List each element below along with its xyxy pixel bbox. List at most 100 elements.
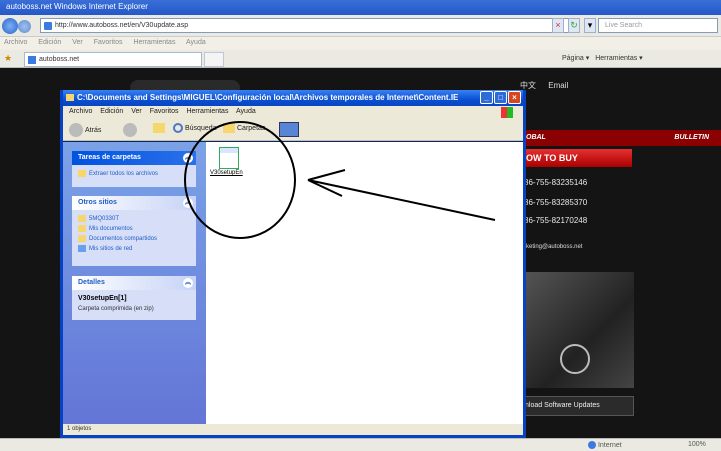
site-top-links: 中文 Email: [520, 80, 578, 91]
forward-button[interactable]: [18, 20, 31, 33]
place-network[interactable]: Mis sitios de red: [78, 244, 190, 254]
tab-autoboss[interactable]: autoboss.net: [24, 52, 202, 67]
download-updates-link[interactable]: nload Software Updates: [520, 396, 634, 416]
menu-edicion[interactable]: Edición: [100, 108, 123, 115]
search-button[interactable]: Búsqueda: [173, 123, 217, 133]
brand-logo-icon: [560, 344, 590, 374]
explorer-title-bar[interactable]: C:\Documents and Settings\MIGUEL\Configu…: [63, 90, 523, 106]
favorites-star-icon[interactable]: ★: [4, 53, 12, 64]
menu-ayuda[interactable]: Ayuda: [236, 108, 256, 115]
dropdown-icon[interactable]: ▾: [584, 18, 596, 33]
minimize-icon[interactable]: _: [480, 91, 493, 104]
folders-label: Carpetas: [237, 124, 266, 132]
folders-button[interactable]: Carpetas: [223, 123, 265, 133]
page-icon: [44, 22, 52, 30]
search-label: Búsqueda: [185, 124, 217, 132]
explorer-menu-bar: Archivo Edición Ver Favoritos Herramient…: [63, 106, 523, 119]
place-drive[interactable]: 5MQ0330T: [78, 214, 190, 224]
search-icon: [173, 123, 183, 133]
phone-1: 86-755-83235146: [524, 178, 588, 187]
nav-bulletin[interactable]: BULLETIN: [674, 134, 709, 141]
window-title: autoboss.net Windows Internet Explorer: [6, 2, 148, 11]
views-button[interactable]: [279, 122, 299, 137]
other-places-body: 5MQ0330T Mis documentos Documentos compa…: [72, 210, 196, 258]
refresh-icon[interactable]: ↻: [568, 18, 580, 33]
menu-ver[interactable]: Ver: [131, 108, 142, 115]
up-folder-icon: [153, 123, 165, 133]
tab-bar: ★ autoboss.net Página ▾ Herramientas ▾: [0, 50, 721, 68]
place-my-documents[interactable]: Mis documentos: [78, 224, 190, 234]
phone-3: 86-755-82170248: [524, 216, 588, 225]
menu-herramientas[interactable]: Herramientas: [133, 39, 175, 46]
place-label: Mis documentos: [89, 226, 133, 232]
folder-tasks-panel: Tareas de carpetas ︽ Extraer todos los a…: [72, 151, 196, 187]
menu-archivo[interactable]: Archivo: [69, 108, 92, 115]
details-title: Detalles: [78, 279, 105, 286]
forward-arrow-icon: [123, 123, 137, 137]
ie-title-bar: autoboss.net Windows Internet Explorer: [0, 0, 721, 15]
place-shared-documents[interactable]: Documentos compartidos: [78, 234, 190, 244]
close-icon[interactable]: ×: [508, 91, 521, 104]
page-menu[interactable]: Página ▾: [562, 55, 589, 62]
menu-archivo[interactable]: Archivo: [4, 39, 27, 46]
command-bar: Página ▾ Herramientas ▾: [562, 54, 647, 62]
address-input[interactable]: http://www.autoboss.net/en/V30update.asp: [40, 18, 580, 33]
ie-status-bar: Internet 100%: [0, 438, 721, 451]
explorer-window: C:\Documents and Settings\MIGUEL\Configu…: [60, 90, 526, 438]
other-places-header[interactable]: Otros sitios ︽: [72, 196, 196, 210]
back-arrow-icon: [69, 123, 83, 137]
back-button[interactable]: Atrás: [69, 123, 101, 137]
forward-button[interactable]: [123, 123, 139, 137]
details-body: V30setupEn[1] Carpeta comprimida (en zip…: [72, 290, 196, 318]
menu-favoritos[interactable]: Favoritos: [94, 39, 123, 46]
place-label: Mis sitios de red: [89, 246, 133, 252]
menu-ayuda[interactable]: Ayuda: [186, 39, 206, 46]
place-label: 5MQ0330T: [89, 216, 120, 222]
details-file-type: Carpeta comprimida (en zip): [78, 306, 154, 312]
object-count: 1 objetos: [67, 426, 92, 432]
menu-favoritos[interactable]: Favoritos: [150, 108, 179, 115]
file-list: V30setupEn: [206, 142, 523, 424]
folder-icon: [78, 214, 86, 222]
back-label: Atrás: [85, 126, 102, 134]
tab-label: autoboss.net: [39, 56, 80, 63]
extract-all-label: Extraer todos los archivos: [89, 171, 159, 177]
explorer-toolbar: Atrás Búsqueda Carpetas: [63, 119, 523, 141]
up-folder-button[interactable]: [153, 123, 167, 133]
menu-edicion[interactable]: Edición: [38, 39, 61, 46]
folders-icon: [223, 123, 235, 133]
back-button[interactable]: [2, 18, 18, 34]
chevron-up-icon[interactable]: ︽: [183, 278, 193, 288]
menu-ver[interactable]: Ver: [72, 39, 83, 46]
extract-all-link[interactable]: Extraer todos los archivos: [78, 169, 190, 179]
language-link[interactable]: 中文: [520, 81, 536, 90]
how-to-buy-banner[interactable]: OW TO BUY: [520, 149, 632, 167]
stop-icon[interactable]: ×: [552, 18, 564, 33]
maximize-icon[interactable]: □: [494, 91, 507, 104]
other-places-title: Otros sitios: [78, 199, 117, 206]
ie-menu-bar: Archivo Edición Ver Favoritos Herramient…: [0, 37, 721, 50]
folder-icon: [78, 234, 86, 242]
chevron-up-icon[interactable]: ︽: [183, 198, 193, 208]
search-placeholder: Live Search: [605, 22, 642, 29]
nav-global[interactable]: OBAL: [526, 134, 546, 141]
menu-herramientas[interactable]: Herramientas: [186, 108, 228, 115]
new-tab-button[interactable]: [204, 52, 224, 67]
email-link[interactable]: Email: [548, 81, 568, 90]
marketing-email[interactable]: rketing@autoboss.net: [524, 244, 582, 250]
network-icon: [78, 244, 86, 252]
details-header[interactable]: Detalles ︽: [72, 276, 196, 290]
folder-tasks-header[interactable]: Tareas de carpetas ︽: [72, 151, 196, 165]
details-file-name: V30setupEn[1]: [78, 295, 127, 302]
tools-menu[interactable]: Herramientas ▾: [595, 55, 642, 62]
security-zone[interactable]: Internet: [588, 441, 622, 449]
site-nav-bar: OBAL BULLETIN: [520, 130, 721, 146]
folder-tasks-body: Extraer todos los archivos: [72, 165, 196, 183]
zip-file-icon: [219, 147, 239, 169]
task-pane: Tareas de carpetas ︽ Extraer todos los a…: [63, 142, 206, 424]
chevron-up-icon[interactable]: ︽: [183, 153, 193, 163]
address-text: http://www.autoboss.net/en/V30update.asp: [55, 22, 189, 29]
search-input[interactable]: Live Search: [598, 18, 718, 33]
zoom-level[interactable]: 100%: [688, 441, 706, 448]
other-places-panel: Otros sitios ︽ 5MQ0330T Mis documentos D…: [72, 196, 196, 266]
